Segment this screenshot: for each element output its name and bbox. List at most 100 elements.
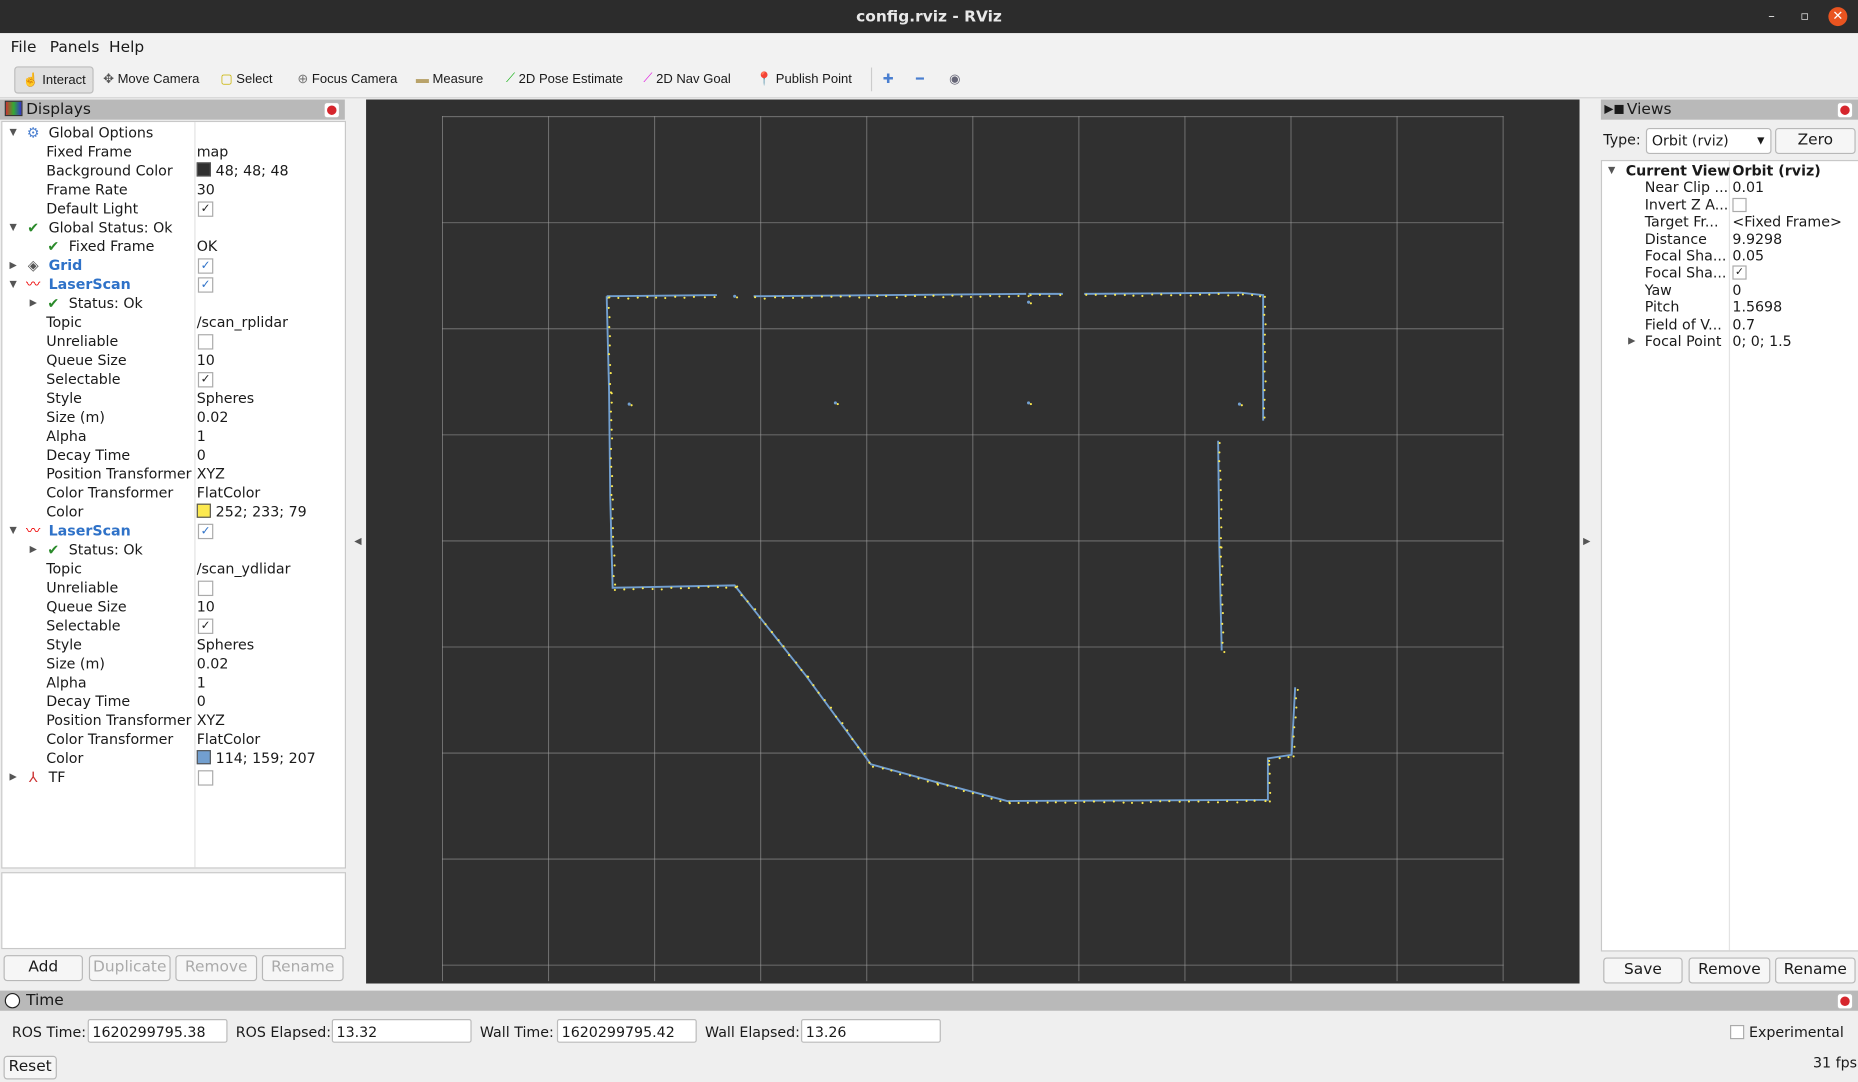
property-value[interactable]: 0 [197,446,206,465]
property-value[interactable]: 1 [197,673,206,692]
property-value[interactable]: <Fixed Frame> [1732,214,1842,231]
enable-checkbox[interactable]: ✓ [198,524,213,539]
view-property-row[interactable]: Near Clip ... 0.01 [1602,179,1858,196]
property-value[interactable]: map [197,142,229,161]
display-row-style[interactable]: Style Spheres [2,389,344,408]
property-value[interactable]: XYZ [197,465,225,484]
property-value[interactable]: 30 [197,180,215,199]
wall-time-field[interactable]: 1620299795.42 [557,1019,697,1043]
expand-arrow-closed-icon[interactable]: ▶ [30,294,39,313]
display-row-color-transformer[interactable]: Color Transformer FlatColor [2,483,344,502]
view-property-row[interactable]: Yaw 0 [1602,282,1858,299]
display-row-unreliable[interactable]: Unreliable [2,578,344,597]
display-row-default-light[interactable]: Default Light ✓ [2,199,344,218]
zoom-out-icon[interactable]: ━ [916,66,924,91]
property-value[interactable]: 0 [1732,282,1741,299]
view-property-row[interactable]: ▶ Focal Point 0; 0; 1.5 [1602,333,1858,350]
expand-arrow-closed-icon[interactable]: ▶ [9,768,18,787]
3d-render-view[interactable] [366,100,1579,984]
tool-2d-pose-estimate[interactable]: ⟋ 2D Pose Estimate [506,66,623,91]
expand-arrow-open-icon[interactable]: ▼ [9,218,18,237]
display-row-laserscan[interactable]: ▼ 〰 LaserScan ✓ [2,521,344,540]
expand-arrow-open-icon[interactable]: ▼ [9,123,18,142]
display-row-queue-size[interactable]: Queue Size 10 [2,351,344,370]
display-row-topic[interactable]: Topic/scan_ydlidar [2,559,344,578]
zoom-in-icon[interactable]: ✚ [883,66,894,91]
property-value[interactable]: /scan_ydlidar [197,559,291,578]
display-row-decay-time[interactable]: Decay Time 0 [2,692,344,711]
display-row-frame-rate[interactable]: Frame Rate 30 [2,180,344,199]
tool-interact[interactable]: ☝ Interact [14,66,94,93]
ros-time-field[interactable]: 1620299795.38 [88,1019,228,1043]
views-tree[interactable]: ▼ Current View Orbit (rviz) Near Clip ... 0.… [1601,160,1858,952]
tool-measure[interactable]: ▬ Measure [416,66,483,91]
property-value[interactable]: /scan_rplidar [197,313,288,332]
display-row-status-ok[interactable]: ▶ ✔ Status: Ok [2,540,344,559]
display-row-global-options[interactable]: ▼ ⚙ Global Options [2,123,344,142]
view-property-row[interactable]: Target Fr... <Fixed Frame> [1602,214,1858,231]
property-value[interactable]: 1.5698 [1732,299,1782,316]
menu-panels[interactable]: Panels [50,39,100,57]
display-row-fixed-frame[interactable]: ✔ Fixed Frame OK [2,237,344,256]
display-row-queue-size[interactable]: Queue Size 10 [2,597,344,616]
view-property-row[interactable]: Pitch 1.5698 [1602,299,1858,316]
display-row-fixed-frame[interactable]: Fixed Frame map [2,142,344,161]
ros-elapsed-field[interactable]: 13.32 [332,1019,472,1043]
rename-button[interactable]: Rename [262,955,344,981]
wall-elapsed-field[interactable]: 13.26 [801,1019,941,1043]
display-row-decay-time[interactable]: Decay Time 0 [2,446,344,465]
view-property-row[interactable]: Distance 9.9298 [1602,231,1858,248]
display-row-topic[interactable]: Topic/scan_rplidar [2,313,344,332]
property-value[interactable]: OK [197,237,218,256]
view-property-row[interactable]: Focal Sha... 0.05 [1602,248,1858,265]
property-value[interactable]: 48; 48; 48 [197,161,289,180]
display-row-style[interactable]: Style Spheres [2,635,344,654]
view-type-select[interactable]: Orbit (rviz) ▼ [1646,128,1772,154]
experimental-checkbox[interactable] [1730,1025,1744,1039]
property-value[interactable]: 0 [197,692,206,711]
scene-canvas[interactable] [366,100,1579,984]
display-row-size-m-[interactable]: Size (m) 0.02 [2,654,344,673]
display-row-laserscan[interactable]: ▼ 〰 LaserScan ✓ [2,275,344,294]
menu-help[interactable]: Help [109,39,144,57]
displays-tree[interactable]: ▼ ⚙ Global Options Fixed Frame map Background… [1,121,346,869]
property-value[interactable]: 10 [197,351,215,370]
display-row-unreliable[interactable]: Unreliable [2,332,344,351]
property-value[interactable]: 0.02 [197,408,229,427]
remove-view-button[interactable]: Remove [1689,957,1771,983]
tool-publish-point[interactable]: 📍 Publish Point [756,66,852,91]
property-value[interactable]: Spheres [197,389,255,408]
enable-checkbox[interactable]: ✓ [198,277,213,292]
enable-checkbox[interactable]: ✓ [198,372,213,387]
property-value[interactable]: 0.01 [1732,179,1764,196]
tool-move-camera[interactable]: ✥ Move Camera [103,66,199,91]
display-row-position-transformer[interactable]: Position Transformer XYZ [2,465,344,484]
display-row-tf[interactable]: ▶ ⅄ TF [2,768,344,787]
expand-arrow-open-icon[interactable]: ▼ [9,521,18,540]
add-button[interactable]: Add [4,955,83,981]
save-view-button[interactable]: Save [1603,957,1682,983]
display-row-global-status-ok[interactable]: ▼ ✔ Global Status: Ok [2,218,344,237]
enable-checkbox[interactable] [198,334,213,349]
maximize-button[interactable]: ▫ [1795,7,1814,26]
close-panel-button[interactable] [1837,993,1854,1010]
property-value[interactable]: 10 [197,597,215,616]
rename-view-button[interactable]: Rename [1775,957,1856,983]
close-panel-button[interactable] [1837,102,1854,119]
view-options-icon[interactable]: ◉ [949,66,960,91]
close-button[interactable]: ✕ [1828,7,1847,26]
enable-checkbox[interactable] [198,770,213,785]
display-row-color-transformer[interactable]: Color Transformer FlatColor [2,730,344,749]
duplicate-button[interactable]: Duplicate [89,955,171,981]
current-view-row[interactable]: ▼ Current View Orbit (rviz) [1602,162,1858,179]
view-property-row[interactable]: Field of V... 0.7 [1602,316,1858,333]
display-row-color[interactable]: Color 114; 159; 207 [2,749,344,768]
property-value[interactable]: FlatColor [197,483,261,502]
property-value[interactable]: 0.05 [1732,248,1764,265]
minimize-button[interactable]: – [1762,7,1781,26]
remove-button[interactable]: Remove [175,955,257,981]
property-value[interactable]: 114; 159; 207 [197,749,316,768]
enable-checkbox[interactable] [198,581,213,596]
property-value[interactable]: Spheres [197,635,255,654]
property-value[interactable]: XYZ [197,711,225,730]
